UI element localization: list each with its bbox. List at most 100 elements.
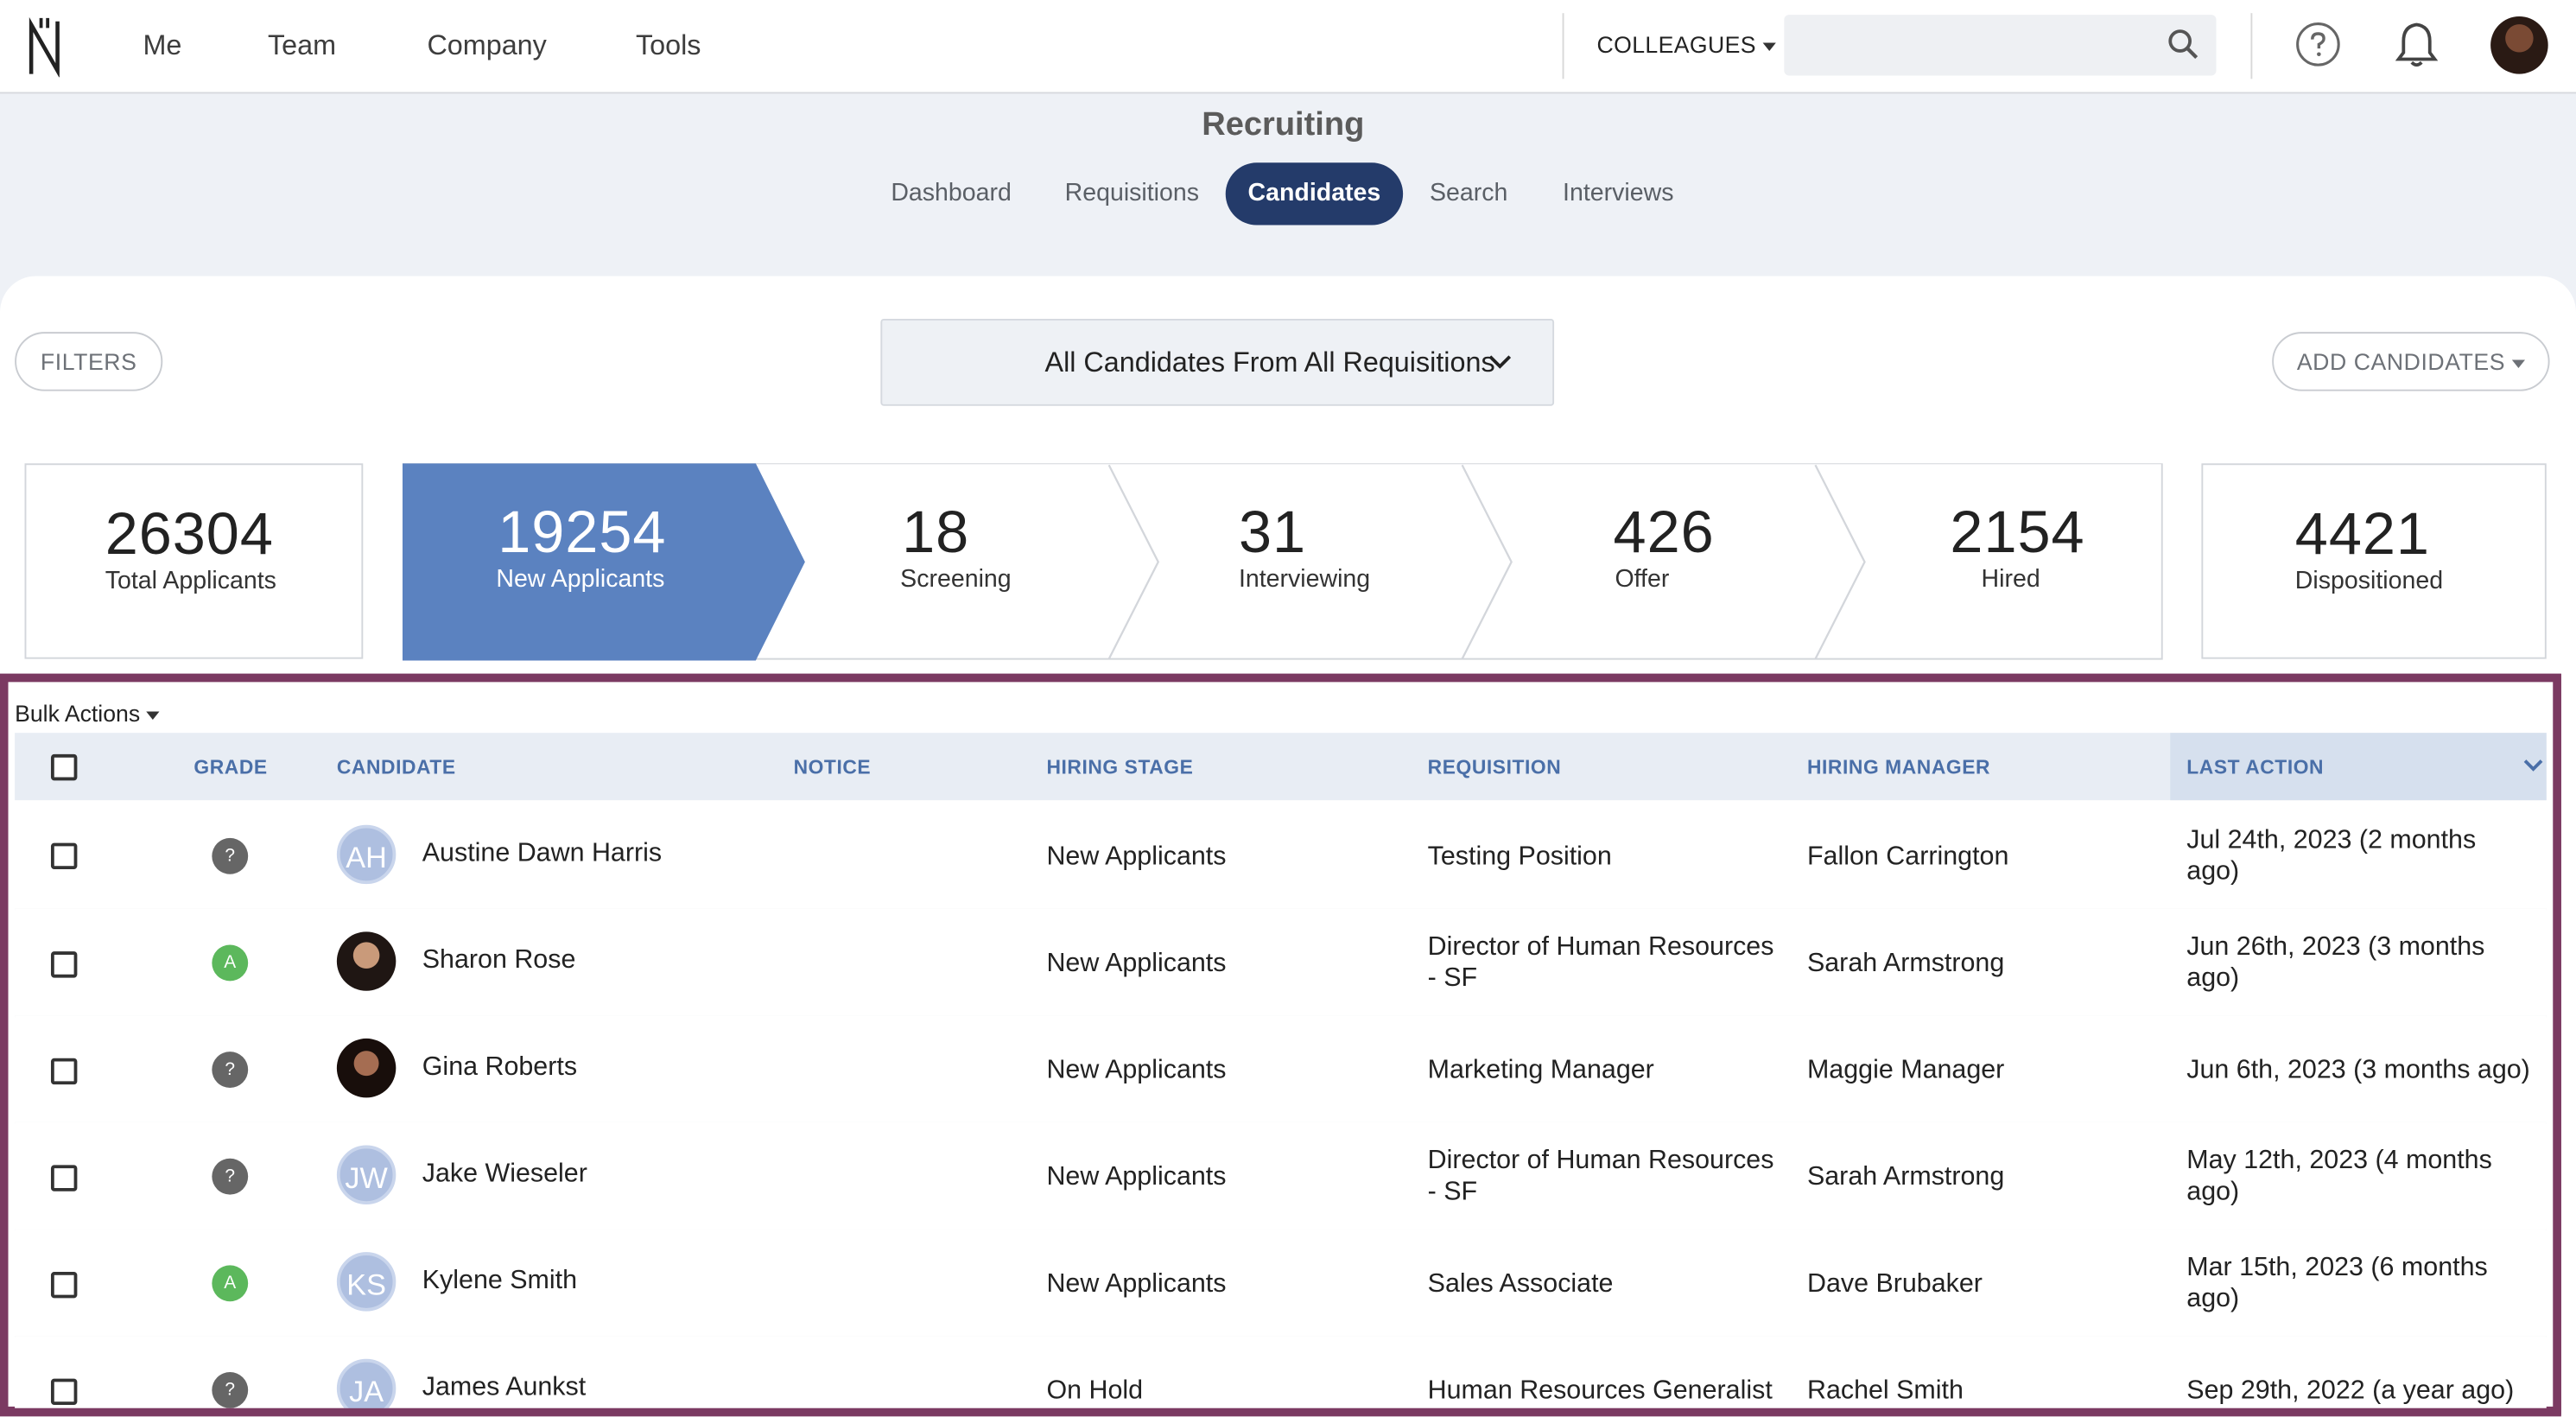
candidate-avatar: KS [336,1252,397,1312]
hiring-stage: New Applicants [1046,950,1227,978]
company-logo[interactable] [26,15,62,78]
candidate-name[interactable]: Kylene Smith [422,1265,577,1296]
user-avatar[interactable] [2490,16,2548,74]
colleagues-label: COLLEAGUES [1596,31,1756,58]
header-notice[interactable]: NOTICE [794,756,872,779]
header-hiring-manager[interactable]: HIRING MANAGER [1807,756,1990,779]
pipeline-stage-new-applicants[interactable]: 19254 New Applicants [403,463,805,660]
row-checkbox[interactable] [50,1058,78,1085]
requisition[interactable]: Human Resources Generalist [1428,1376,1773,1407]
last-action-cont: ago) [2186,1285,2240,1313]
grade-badge: A [212,944,249,982]
tab-requisitions[interactable]: Requisitions [1051,162,1212,225]
candidate-avatar: AH [336,824,397,885]
header-candidate[interactable]: CANDIDATE [337,756,456,779]
stat-value: 2154 [1950,498,2085,566]
hiring-stage: New Applicants [1046,1056,1227,1085]
search-icon[interactable] [2167,28,2199,60]
requisition[interactable]: Director of Human Resources [1428,931,1774,963]
stat-label: Interviewing [1238,565,1371,594]
tab-candidates[interactable]: Candidates [1225,162,1404,226]
header-last-action[interactable]: LAST ACTION [2186,756,2324,779]
pipeline-stage-interviewing[interactable]: 31 Interviewing [1166,463,1494,660]
requisition-select[interactable]: All Candidates From All Requisitions [880,318,1555,406]
requisition[interactable]: Director of Human Resources [1428,1146,1774,1177]
last-action-cont: ago) [2186,964,2240,993]
requisition[interactable]: Marketing Manager [1428,1055,1654,1086]
hiring-manager: Fallon Carrington [1806,842,2009,871]
candidate-name[interactable]: Sharon Rose [422,945,576,976]
pipeline-stage-hired[interactable]: 2154 Hired [1873,463,2164,660]
nav-tools[interactable]: Tools [636,29,701,62]
add-candidates-button[interactable]: ADD CANDIDATES [2272,332,2550,391]
nav-me[interactable]: Me [143,29,181,62]
stat-value: 426 [1613,498,1715,566]
bulk-actions-dropdown[interactable]: Bulk Actions [15,700,160,727]
table-row[interactable]: ? JW Jake Wieseler New Applicants Direct… [15,1122,2547,1231]
hiring-manager: Sarah Armstrong [1806,950,2005,978]
requisition-select-value: All Candidates From All Requisitions [1044,346,1495,378]
last-action: May 12th, 2023 (4 months [2186,1147,2492,1175]
nav-company[interactable]: Company [427,29,546,62]
hiring-stage: New Applicants [1046,1270,1227,1299]
hiring-stage: New Applicants [1046,842,1227,871]
requisition-cont[interactable]: - SF [1428,963,1477,994]
stat-total-applicants[interactable]: 26304 Total Applicants [24,463,364,659]
row-checkbox[interactable] [50,842,78,870]
divider [2250,13,2253,79]
table-row[interactable]: ? JA James Aunkst On Hold Human Resource… [15,1336,2547,1408]
add-candidates-label: ADD CANDIDATES [2296,348,2506,375]
stat-label: Dispositioned [2294,567,2444,595]
tab-dashboard[interactable]: Dashboard [874,162,1029,225]
stat-value: 26304 [105,499,274,568]
search-input[interactable] [1784,15,2217,76]
pipeline-stage-offer[interactable]: 426 Offer [1520,463,1848,660]
grade-badge: A [212,1265,249,1302]
candidate-name[interactable]: Jake Wieseler [422,1159,587,1190]
requisition-cont[interactable]: - SF [1428,1177,1477,1208]
colleagues-dropdown[interactable]: COLLEAGUES [1596,31,1776,58]
nav-team[interactable]: Team [268,29,336,62]
last-action-cont: ago) [2186,857,2240,886]
sort-descending-icon[interactable] [2523,758,2543,774]
row-checkbox[interactable] [50,1165,78,1191]
stat-value: 4421 [2294,499,2430,568]
candidate-name[interactable]: Austine Dawn Harris [422,838,662,869]
candidate-name[interactable]: Gina Roberts [422,1052,577,1083]
header-grade[interactable]: GRADE [194,756,267,779]
header-hiring-stage[interactable]: HIRING STAGE [1046,756,1193,779]
help-icon[interactable] [2295,22,2341,67]
candidate-avatar [336,931,397,991]
stat-dispositioned[interactable]: 4421 Dispositioned [2201,463,2547,659]
hiring-pipeline: 19254 New Applicants 18 Screening 31 Int… [402,463,2164,661]
last-action: Sep 29th, 2022 (a year ago) [2186,1376,2515,1406]
row-checkbox[interactable] [50,951,78,978]
table-row[interactable]: A Sharon Rose New Applicants Director of… [15,908,2547,1018]
stat-label: Offer [1615,565,1670,594]
candidate-name[interactable]: James Aunkst [422,1372,586,1403]
hiring-manager: Rachel Smith [1806,1376,1964,1406]
header-requisition[interactable]: REQUISITION [1428,756,1562,779]
tab-search[interactable]: Search [1416,162,1521,225]
requisition[interactable]: Testing Position [1428,842,1612,873]
select-all-checkbox[interactable] [50,753,78,781]
hiring-manager: Dave Brubaker [1806,1270,1983,1299]
caret-down-icon [1762,42,1776,51]
last-action-cont: ago) [2186,1178,2240,1206]
pipeline-stage-screening[interactable]: 18 Screening [813,463,1141,660]
hiring-manager: Sarah Armstrong [1806,1163,2005,1191]
notifications-bell-icon[interactable] [2395,20,2439,69]
table-row[interactable]: ? AH Austine Dawn Harris New Applicants … [15,802,2547,911]
divider [1562,13,1564,79]
last-action: Mar 15th, 2023 (6 months [2186,1254,2488,1282]
row-checkbox[interactable] [50,1378,78,1406]
table-row[interactable]: ? Gina Roberts New Applicants Marketing … [15,1015,2547,1124]
table-row[interactable]: A KS Kylene Smith New Applicants Sales A… [15,1229,2547,1338]
stat-value: 31 [1238,498,1307,566]
row-checkbox[interactable] [50,1271,78,1299]
requisition[interactable]: Sales Associate [1428,1268,1614,1299]
candidate-avatar: JA [336,1358,397,1408]
filters-button[interactable]: FILTERS [15,332,163,391]
grade-badge: ? [212,837,249,874]
tab-interviews[interactable]: Interviews [1545,162,1692,225]
